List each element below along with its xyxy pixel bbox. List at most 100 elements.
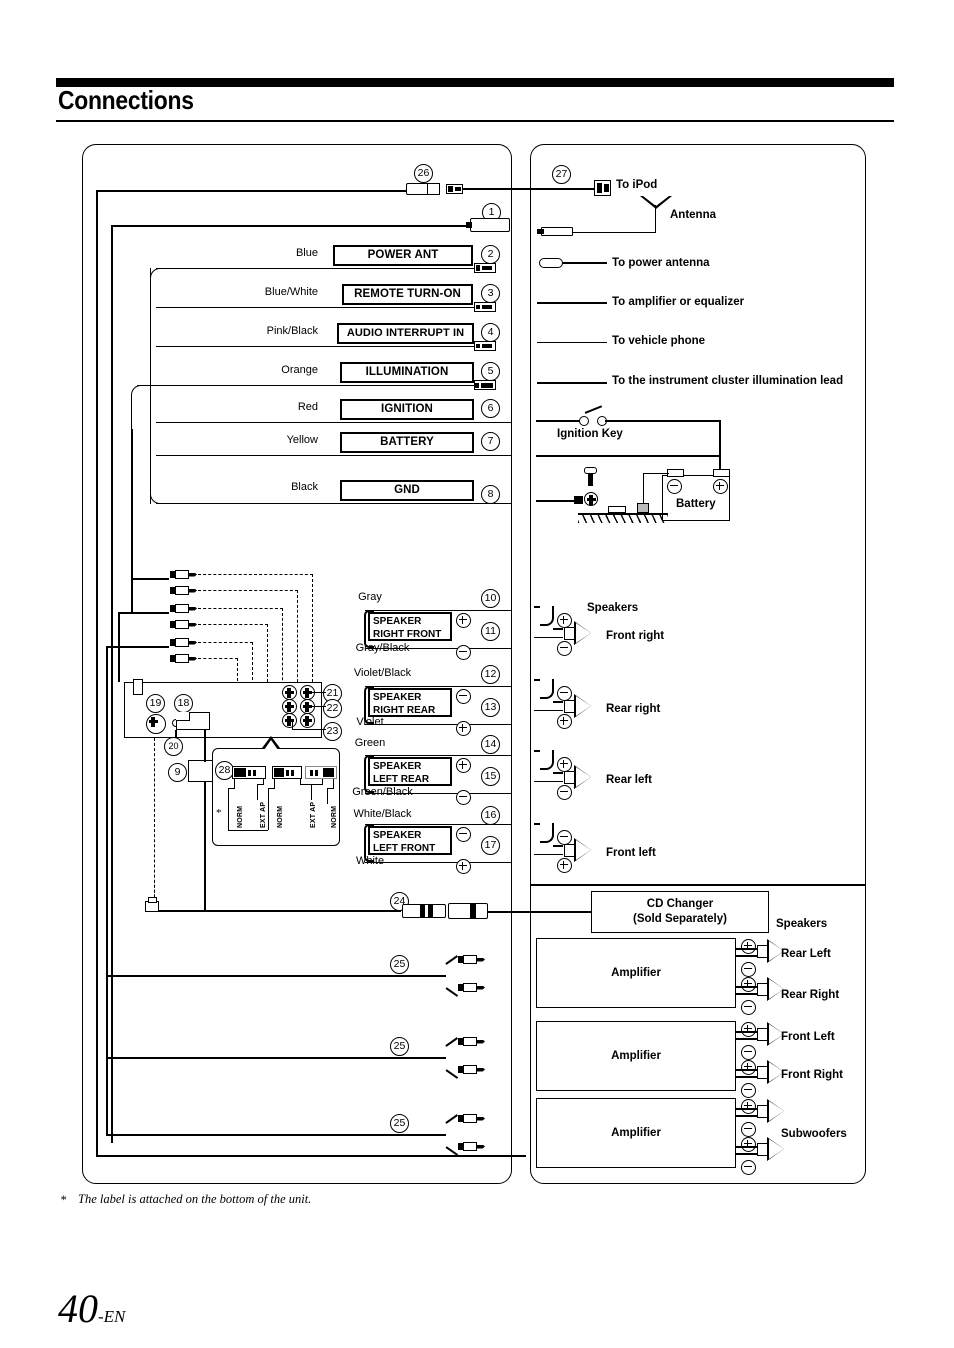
ignition-key-label: Ignition Key <box>557 428 623 440</box>
callout-5: 5 <box>481 362 500 381</box>
dip-switch-1[interactable] <box>232 766 266 779</box>
speaker-box-line1: SPEAKER <box>373 761 422 772</box>
amp-out-plus <box>741 939 756 954</box>
speaker-box-line2: LEFT REAR <box>373 774 430 785</box>
battery-terminal-neg <box>667 469 684 477</box>
ground-hatching <box>578 514 668 523</box>
speaker-polarity-plus <box>557 858 572 873</box>
rca-jack-21 <box>282 685 297 700</box>
callout-26: 26 <box>414 164 433 183</box>
speaker-polarity-minus <box>557 641 572 656</box>
ignition-contact-left <box>579 416 589 426</box>
panel-tab <box>133 679 143 695</box>
callout-12: 12 <box>481 665 500 684</box>
switch-pos-norm-2: NORM <box>277 805 284 828</box>
asterisk-mark: * <box>216 807 222 819</box>
amp-out-minus <box>741 1045 756 1060</box>
din-socket-19 <box>146 714 166 734</box>
speaker-box-line1: SPEAKER <box>373 830 422 841</box>
polarity-minus <box>456 645 471 660</box>
cd-changer-line1: CD Changer <box>646 898 714 910</box>
lead-label-illumination: To the instrument cluster illumination l… <box>612 375 844 387</box>
callout-18: 18 <box>174 694 193 713</box>
speaker-function-13: SPEAKER RIGHT REAR <box>368 688 452 717</box>
battery-terminal-pos <box>713 469 730 477</box>
callout-25-a: 25 <box>390 955 409 974</box>
harness-end-26 <box>427 183 440 195</box>
speaker-wire-color-10: Gray <box>358 591 382 603</box>
polarity-plus <box>456 721 471 736</box>
speaker-wire-color-16: White/Black <box>353 808 412 820</box>
amp-speaker-label-rear-left: Rear Left <box>781 948 831 960</box>
callout-15: 15 <box>481 767 500 786</box>
amp-out-plus <box>741 1099 756 1114</box>
speaker-polarity-plus <box>557 714 572 729</box>
amp-speakers-heading: Speakers <box>776 918 828 930</box>
switch-pos-extap-2: EXT AP <box>310 801 317 828</box>
callout-16: 16 <box>481 806 500 825</box>
page-number: 40-EN <box>58 1285 125 1332</box>
header-rule-bottom <box>56 120 894 122</box>
callout-17: 17 <box>481 836 500 855</box>
dip-switch-3[interactable] <box>305 766 337 779</box>
callout-11: 11 <box>481 622 500 641</box>
speaker-wire-color-16b: White <box>355 855 385 867</box>
rca-connector <box>170 654 198 663</box>
speaker-polarity-plus <box>557 613 572 628</box>
speaker-box-line2: RIGHT REAR <box>373 705 436 716</box>
polarity-minus <box>456 790 471 805</box>
amp-out-minus <box>741 1122 756 1137</box>
page-number-value: 40 <box>58 1286 98 1331</box>
wire-function-8: GND <box>340 480 474 501</box>
speaker-box-line1: SPEAKER <box>373 616 422 627</box>
amp-speaker-label-front-left: Front Left <box>781 1031 835 1043</box>
speakers-heading: Speakers <box>587 602 639 614</box>
amp-out-minus <box>741 1083 756 1098</box>
page-title: Connections <box>58 85 194 115</box>
polarity-plus <box>456 859 471 874</box>
speaker-polarity-minus <box>557 830 572 845</box>
speaker-wire-color-12: Violet/Black <box>353 667 412 679</box>
rca-connector <box>170 604 198 613</box>
amp-out-plus <box>741 977 756 992</box>
rca-connector <box>458 983 486 992</box>
rca-connector <box>458 955 486 964</box>
switch-pos-norm-1: NORM <box>237 805 244 828</box>
ground-plate <box>608 506 626 513</box>
dip-switch-2[interactable] <box>272 766 302 779</box>
amp-out-plus <box>741 1137 756 1152</box>
wire-color-3: Blue/White <box>264 286 318 298</box>
right-panel-divider <box>530 884 866 886</box>
amplifier-box-1: Amplifier <box>536 938 736 1008</box>
callout-2: 2 <box>481 245 500 264</box>
wire-function-6: IGNITION <box>340 399 474 420</box>
battery-label: Battery <box>676 498 716 510</box>
speaker-wire-color-12b: Violet <box>356 716 384 728</box>
rca-jack-22 <box>282 699 297 714</box>
callout-20: 20 <box>164 737 183 756</box>
speaker-polarity-plus <box>557 757 572 772</box>
speaker-box-line2: RIGHT FRONT <box>373 629 442 640</box>
callout-13: 13 <box>481 698 500 717</box>
polarity-plus <box>456 758 471 773</box>
iso-connector-4 <box>474 341 496 351</box>
rca-jack-23 <box>282 713 297 728</box>
antenna-connector-1 <box>470 218 510 232</box>
speaker-function-11: SPEAKER RIGHT FRONT <box>368 612 452 641</box>
wire-color-2: Blue <box>295 247 318 259</box>
rca-connector <box>170 586 198 595</box>
speaker-polarity-minus <box>557 686 572 701</box>
amp-out-minus <box>741 962 756 977</box>
amp-out-minus <box>741 1160 756 1175</box>
wire-function-7: BATTERY <box>340 432 474 453</box>
amplifier-box-3: Amplifier <box>536 1098 736 1168</box>
speaker-function-17: SPEAKER LEFT FRONT <box>368 826 452 855</box>
speaker-wire-color-14: Green <box>354 737 386 749</box>
speaker-label-front-left: Front left <box>606 847 656 859</box>
amplifier-box-2: Amplifier <box>536 1021 736 1091</box>
lead-label-power-antenna: To power antenna <box>612 257 710 269</box>
wire-function-2: POWER ANT <box>333 245 473 266</box>
changer-connector-mate <box>448 903 488 919</box>
wire-color-8: Black <box>291 481 318 493</box>
footnote-marker: * <box>60 1193 67 1207</box>
